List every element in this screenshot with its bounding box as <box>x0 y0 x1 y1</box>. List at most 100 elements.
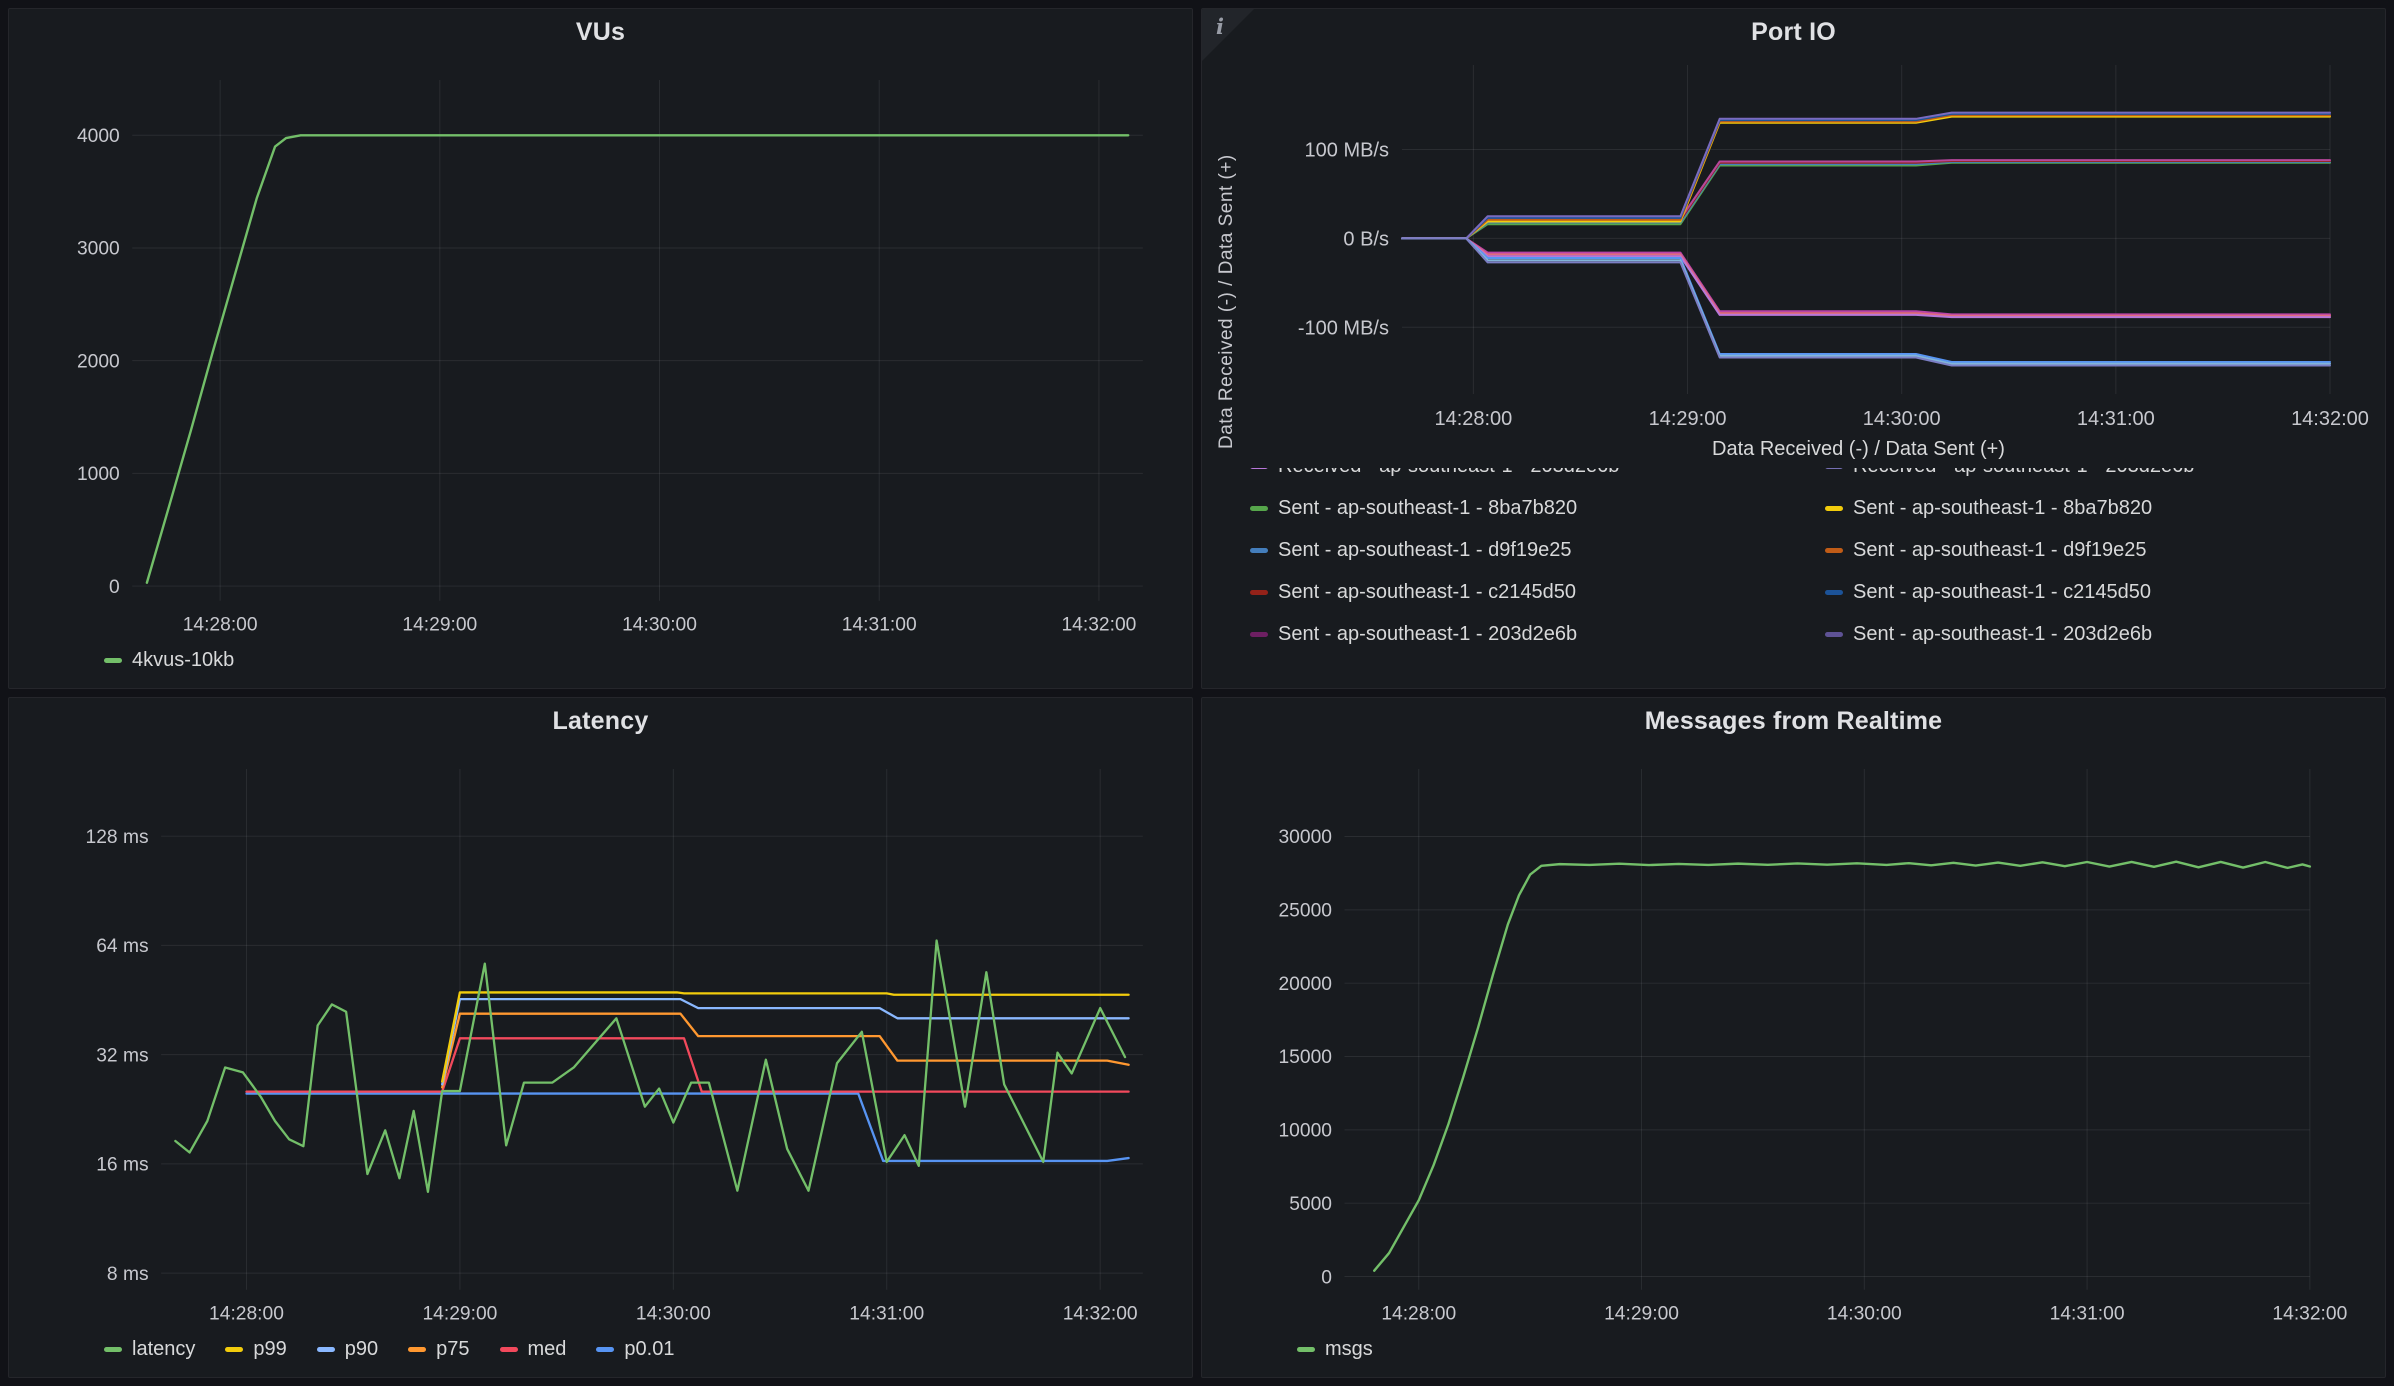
legend-label: Sent - ap-southeast-1 - c2145d50 <box>1278 581 1576 604</box>
y-tick-label: 25000 <box>1278 901 1332 922</box>
legend-item-sent-ap-southeast-1-203d2e6b[interactable]: Sent - ap-southeast-1 - 203d2e6b <box>1825 623 2375 646</box>
messages-chart-plot[interactable]: 14:28:0014:29:0014:30:0014:31:0014:32:00… <box>1202 744 2385 1334</box>
legend-swatch <box>1825 468 1843 469</box>
latency-chart-plot[interactable]: 14:28:0014:29:0014:30:0014:31:0014:32:00… <box>9 744 1192 1334</box>
x-tick-label: 14:29:00 <box>1604 1304 1679 1325</box>
legend-item-sent-ap-southeast-1-203d2e6b[interactable]: Sent - ap-southeast-1 - 203d2e6b <box>1250 623 1825 646</box>
legend-swatch <box>500 1347 518 1352</box>
port-io-legend: Received - ap-southeast-1 - 203d2e6b Rece… <box>1202 468 2385 688</box>
legend-swatch <box>317 1347 335 1352</box>
x-tick-label: 14:31:00 <box>849 1304 924 1325</box>
y-tick-label: 15000 <box>1278 1047 1332 1068</box>
legend-item-p0.01[interactable]: p0.01 <box>596 1338 674 1361</box>
info-icon[interactable]: i <box>1216 14 1224 39</box>
series-line <box>1402 238 2330 315</box>
legend-label: 4kvus-10kb <box>132 649 234 672</box>
series-line <box>247 1094 1129 1161</box>
series-line <box>1402 163 2330 239</box>
legend-item-sent-ap-southeast-1-c2145d50[interactable]: Sent - ap-southeast-1 - c2145d50 <box>1825 581 2375 604</box>
x-tick-label: 14:28:00 <box>1434 408 1512 430</box>
panel-vus: VUs 14:28:0014:29:0014:30:0014:31:0014:3… <box>8 8 1193 689</box>
legend-item-latency[interactable]: latency <box>104 1338 195 1361</box>
legend-swatch <box>596 1347 614 1352</box>
legend-swatch <box>1250 468 1268 469</box>
series-line <box>442 999 1128 1084</box>
y-tick-label: 0 <box>1321 1267 1332 1288</box>
legend-label: Sent - ap-southeast-1 - c2145d50 <box>1853 581 2151 604</box>
legend-swatch <box>408 1347 426 1352</box>
series-line <box>1402 161 2330 238</box>
series-line <box>147 135 1128 582</box>
series-line <box>442 1014 1128 1088</box>
y-tick-label: 2000 <box>77 351 120 372</box>
legend-swatch <box>1250 548 1268 553</box>
legend-label: Sent - ap-southeast-1 - 8ba7b820 <box>1853 497 2152 520</box>
legend-label: Sent - ap-southeast-1 - 8ba7b820 <box>1278 497 1577 520</box>
legend-item-received-ap-southeast-1-203d2e6b[interactable]: Received - ap-southeast-1 - 203d2e6b <box>1825 468 2375 478</box>
legend-item-4kvus-10kb[interactable]: 4kvus-10kb <box>104 649 234 672</box>
panel-latency: Latency 14:28:0014:29:0014:30:0014:31:00… <box>8 697 1193 1378</box>
vus-legend: 4kvus-10kb <box>9 645 1192 688</box>
legend-item-p99[interactable]: p99 <box>225 1338 286 1361</box>
port-io-chart-plot[interactable]: 14:28:0014:29:0014:30:0014:31:0014:32:00… <box>1202 55 2385 438</box>
panel-title-vus: VUs <box>9 9 1192 55</box>
legend-swatch <box>225 1347 243 1352</box>
x-tick-label: 14:29:00 <box>422 1304 497 1325</box>
y-tick-label: 3000 <box>77 239 120 260</box>
messages-legend: msgs <box>1202 1334 2385 1377</box>
y-tick-label: 20000 <box>1278 974 1332 995</box>
vus-chart-plot[interactable]: 14:28:0014:29:0014:30:0014:31:0014:32:00… <box>9 55 1192 645</box>
legend-swatch <box>1250 506 1268 511</box>
legend-label: Sent - ap-southeast-1 - 203d2e6b <box>1853 623 2152 646</box>
legend-swatch <box>1825 548 1843 553</box>
y-tick-label: 32 ms <box>96 1045 148 1066</box>
y-tick-label: 4000 <box>77 126 120 147</box>
legend-label: Received - ap-southeast-1 - 203d2e6b <box>1853 468 2194 478</box>
legend-item-msgs[interactable]: msgs <box>1297 1338 1373 1361</box>
legend-item-sent-ap-southeast-1-c2145d50[interactable]: Sent - ap-southeast-1 - c2145d50 <box>1250 581 1825 604</box>
panel-title-latency: Latency <box>9 698 1192 744</box>
legend-item-p75[interactable]: p75 <box>408 1338 469 1361</box>
series-line <box>247 1038 1129 1091</box>
legend-item-sent-ap-southeast-1-8ba7b820[interactable]: Sent - ap-southeast-1 - 8ba7b820 <box>1250 497 1825 520</box>
x-tick-label: 14:31:00 <box>842 615 917 636</box>
x-tick-label: 14:28:00 <box>1381 1304 1456 1325</box>
series-line <box>1402 238 2330 314</box>
legend-swatch <box>1825 632 1843 637</box>
legend-item-sent-ap-southeast-1-d9f19e25[interactable]: Sent - ap-southeast-1 - d9f19e25 <box>1825 539 2375 562</box>
legend-item-sent-ap-southeast-1-8ba7b820[interactable]: Sent - ap-southeast-1 - 8ba7b820 <box>1825 497 2375 520</box>
series-line <box>1402 162 2330 239</box>
latency-legend: latency p99 p90 p75 med p0.01 <box>9 1334 1192 1377</box>
x-tick-label: 14:31:00 <box>2050 1304 2125 1325</box>
panel-title-port-io: Port IO <box>1202 9 2385 55</box>
legend-swatch <box>1297 1347 1315 1352</box>
x-tick-label: 14:32:00 <box>1063 1304 1138 1325</box>
chart-svg: 14:28:0014:29:0014:30:0014:31:0014:32:00… <box>1202 55 2385 438</box>
legend-label: Sent - ap-southeast-1 - d9f19e25 <box>1853 539 2147 562</box>
legend-label: p75 <box>436 1338 469 1361</box>
legend-item-p90[interactable]: p90 <box>317 1338 378 1361</box>
y-tick-label: 64 ms <box>96 936 148 957</box>
legend-item-med[interactable]: med <box>500 1338 567 1361</box>
legend-label: med <box>528 1338 567 1361</box>
series-line <box>1402 115 2330 238</box>
legend-label: p0.01 <box>624 1338 674 1361</box>
y-tick-label: 10000 <box>1278 1121 1332 1142</box>
x-tick-label: 14:29:00 <box>1649 408 1727 430</box>
legend-swatch <box>1250 590 1268 595</box>
legend-item-sent-ap-southeast-1-d9f19e25[interactable]: Sent - ap-southeast-1 - d9f19e25 <box>1250 539 1825 562</box>
legend-item-received-ap-southeast-1-203d2e6b[interactable]: Received - ap-southeast-1 - 203d2e6b <box>1250 468 1825 478</box>
x-tick-label: 14:30:00 <box>622 615 697 636</box>
x-tick-label: 14:32:00 <box>2272 1304 2347 1325</box>
chart-svg: 14:28:0014:29:0014:30:0014:31:0014:32:00… <box>9 744 1192 1334</box>
series-line <box>1402 238 2330 317</box>
y-tick-label: 0 <box>109 577 120 598</box>
x-tick-label: 14:28:00 <box>209 1304 284 1325</box>
legend-label: p90 <box>345 1338 378 1361</box>
panel-port-io: i Port IO Data Received (-) / Data Sent … <box>1201 8 2386 689</box>
y-tick-label: 128 ms <box>86 827 149 848</box>
chart-svg: 14:28:0014:29:0014:30:0014:31:0014:32:00… <box>1202 744 2385 1334</box>
panel-info-corner[interactable] <box>1202 9 1254 61</box>
x-tick-label: 14:29:00 <box>402 615 477 636</box>
legend-label: latency <box>132 1338 195 1361</box>
